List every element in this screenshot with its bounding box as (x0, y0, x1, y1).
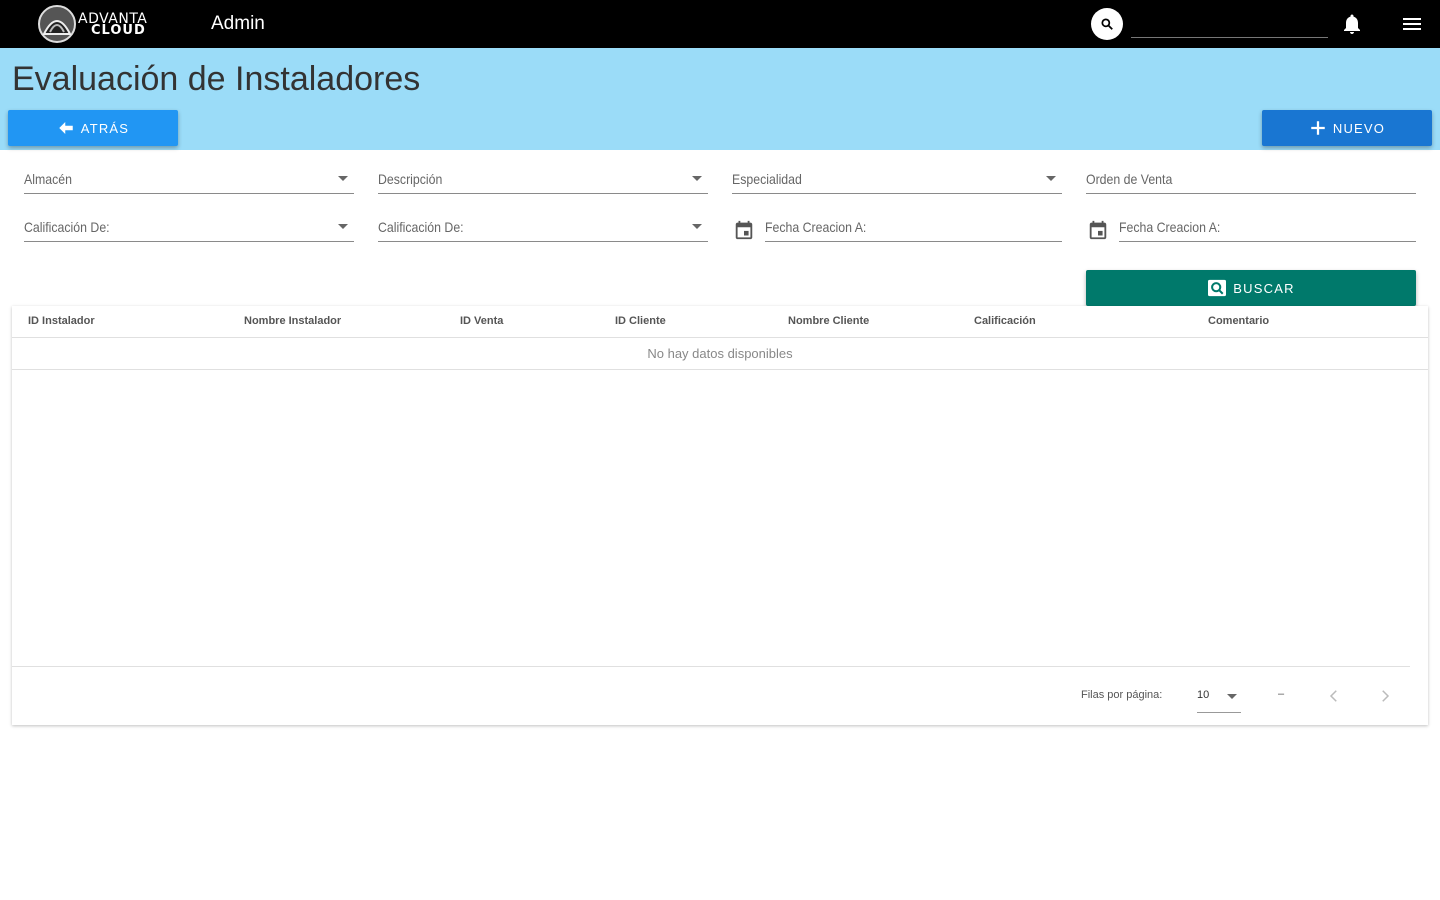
orden-venta-label: Orden de Venta (1086, 171, 1173, 187)
almacen-select[interactable]: Almacén (24, 168, 354, 194)
new-button[interactable]: NUEVO (1262, 110, 1432, 146)
especialidad-select[interactable]: Especialidad (732, 168, 1062, 194)
page-title: Evaluación de Instaladores (12, 60, 421, 98)
table-footer-divider (12, 666, 1410, 667)
plus-icon (1311, 121, 1325, 135)
search-button[interactable] (1091, 8, 1123, 40)
app-title: Admin (211, 13, 265, 34)
chevron-right-icon (1382, 690, 1390, 702)
back-button-label: ATRÁS (80, 120, 130, 136)
dropdown-arrow-icon (692, 224, 702, 229)
rows-per-page-label: Filas por página: (1081, 689, 1163, 701)
new-button-label: NUEVO (1332, 120, 1386, 136)
column-header[interactable]: Nombre Instalador (244, 315, 341, 327)
logo-text-line2: CLOUD (91, 23, 146, 38)
rows-per-page-select[interactable]: 10 (1197, 683, 1241, 713)
fecha-creacion-input-1[interactable]: Fecha Creacion A: (765, 216, 1062, 242)
bell-icon[interactable] (1340, 12, 1364, 36)
rows-per-page-value: 10 (1197, 689, 1210, 701)
top-app-bar: ADVANTA CLOUD Admin (0, 0, 1440, 48)
calificacion-de-select-2[interactable]: Calificación De: (378, 216, 708, 242)
orden-venta-input[interactable]: Orden de Venta (1086, 168, 1416, 194)
dropdown-arrow-icon (1046, 176, 1056, 181)
buscar-button-label: BUSCAR (1233, 280, 1295, 296)
buscar-button[interactable]: BUSCAR (1086, 270, 1416, 306)
descripcion-label: Descripción (378, 171, 443, 187)
calificacion-de-select-1[interactable]: Calificación De: (24, 216, 354, 242)
dropdown-arrow-icon (692, 176, 702, 181)
global-search-input[interactable] (1131, 12, 1328, 38)
table-header: ID Instalador Nombre Instalador ID Venta… (12, 306, 1428, 338)
previous-page-button[interactable] (1320, 682, 1348, 710)
especialidad-label: Especialidad (732, 171, 802, 187)
column-header[interactable]: Calificación (974, 315, 1036, 327)
descripcion-select[interactable]: Descripción (378, 168, 708, 194)
empty-table-message: No hay datos disponibles (12, 338, 1428, 370)
calendar-icon[interactable] (733, 219, 755, 241)
calendar-icon[interactable] (1087, 219, 1109, 241)
dropdown-arrow-icon (338, 224, 348, 229)
dropdown-arrow-icon (1227, 694, 1237, 699)
results-table-card: ID Instalador Nombre Instalador ID Venta… (12, 306, 1428, 725)
logo-mark-icon (38, 5, 76, 43)
calificacion-de-label-1: Calificación De: (24, 219, 110, 235)
column-header[interactable]: ID Cliente (615, 315, 666, 327)
calificacion-de-label-2: Calificación De: (378, 219, 464, 235)
fecha-creacion-input-2[interactable]: Fecha Creacion A: (1119, 216, 1416, 242)
fecha-creacion-label-1: Fecha Creacion A: (765, 219, 867, 235)
arrow-left-icon (59, 122, 73, 134)
chevron-left-icon (1329, 690, 1337, 702)
search-icon (1208, 279, 1227, 297)
fecha-creacion-label-2: Fecha Creacion A: (1119, 219, 1221, 235)
column-header[interactable]: ID Venta (460, 315, 503, 327)
advanta-cloud-logo[interactable]: ADVANTA CLOUD (36, 4, 166, 44)
back-button[interactable]: ATRÁS (8, 110, 178, 146)
search-icon (1101, 18, 1113, 30)
column-header[interactable]: Comentario (1208, 315, 1269, 327)
column-header[interactable]: ID Instalador (28, 315, 95, 327)
almacen-label: Almacén (24, 171, 72, 187)
dropdown-arrow-icon (338, 176, 348, 181)
column-header[interactable]: Nombre Cliente (788, 315, 869, 327)
pagination-range: – (1278, 688, 1285, 700)
next-page-button[interactable] (1371, 682, 1399, 710)
menu-icon[interactable] (1400, 12, 1424, 36)
